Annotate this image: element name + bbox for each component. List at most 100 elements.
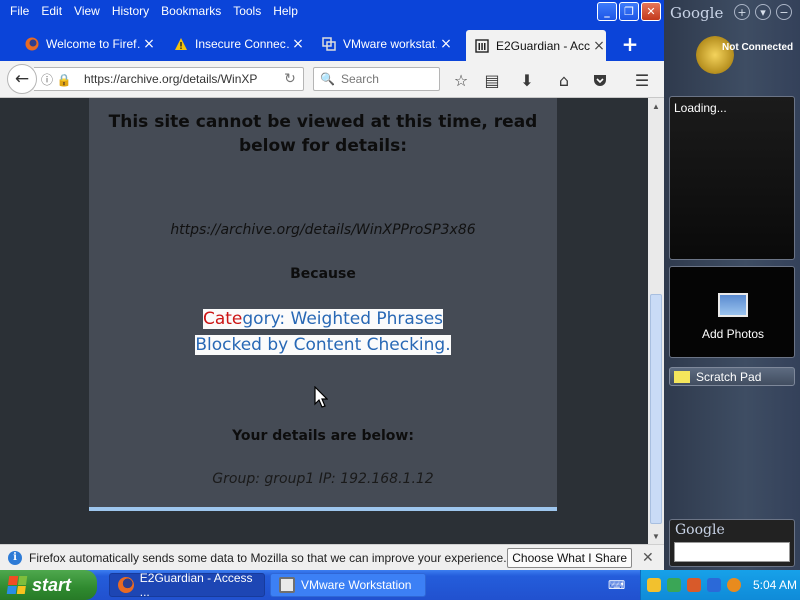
- tab-label: Insecure Connec…: [195, 37, 289, 51]
- site-info-icon[interactable]: ⓘ 🔒: [34, 71, 84, 88]
- url-text: https://archive.org/details/WinXP: [84, 72, 258, 86]
- tab-close-icon[interactable]: ×: [439, 36, 453, 52]
- photos-gadget[interactable]: Add Photos: [669, 266, 795, 358]
- reason-red-text: Cate: [202, 309, 243, 329]
- search-icon: 🔍: [320, 72, 335, 86]
- task-label: VMware Workstation: [301, 578, 412, 592]
- tab-label: VMware workstat…: [343, 37, 437, 51]
- restore-button[interactable]: ❐: [619, 2, 639, 21]
- tab-label: Welcome to Firef…: [46, 37, 140, 51]
- firefox-icon: [24, 36, 40, 52]
- nav-bar: ⓘ 🔒 https://archive.org/details/WinXP ↻ …: [0, 61, 664, 98]
- notification-close-icon[interactable]: ✕: [642, 550, 658, 566]
- tab-label: E2Guardian - Acc…: [496, 38, 590, 53]
- because-label: Because: [290, 266, 356, 282]
- start-button[interactable]: start: [0, 570, 97, 600]
- blocked-url: https://archive.org/details/WinXPProSP3x…: [170, 222, 476, 238]
- tab-e2guardian[interactable]: E2Guardian - Acc… ×: [466, 30, 606, 61]
- pocket-icon[interactable]: [589, 69, 611, 91]
- warning-icon: [173, 36, 189, 52]
- home-icon[interactable]: ⌂: [553, 69, 575, 91]
- shield-icon[interactable]: [647, 578, 661, 592]
- desktop: File Edit View History Bookmarks Tools H…: [0, 0, 800, 600]
- back-button[interactable]: ←: [7, 64, 37, 94]
- task-e2guardian[interactable]: E2Guardian - Access ...: [109, 571, 265, 599]
- details-heading: Your details are below:: [232, 428, 414, 444]
- keyboard-icon[interactable]: ⌨: [608, 578, 625, 592]
- search-placeholder: Search: [340, 72, 379, 86]
- tab-welcome[interactable]: Welcome to Firef… ×: [16, 30, 156, 58]
- security-icon[interactable]: [687, 578, 701, 592]
- note-icon: [674, 370, 690, 383]
- choose-what-i-share-button[interactable]: Choose What I Share: [507, 547, 632, 568]
- news-gadget: Loading...: [669, 96, 795, 260]
- system-tray: 5:04 AM: [640, 570, 800, 600]
- google-logo: Google: [670, 4, 724, 22]
- scratch-pad-gadget[interactable]: Scratch Pad: [669, 367, 795, 386]
- scroll-up-icon[interactable]: ▲: [648, 98, 664, 114]
- tab-close-icon[interactable]: ×: [142, 36, 156, 52]
- sidebar-menu-icon[interactable]: ▾: [755, 4, 771, 20]
- reading-list-icon[interactable]: ▤: [481, 69, 503, 91]
- photo-icon: [718, 293, 748, 317]
- google-tray-icon[interactable]: [707, 578, 721, 592]
- window-controls: _ ❐ ✕: [597, 2, 661, 21]
- menu-bookmarks[interactable]: Bookmarks: [155, 4, 227, 18]
- google-search-logo: Google: [675, 522, 725, 538]
- weather-status: Not Connected: [722, 42, 794, 53]
- menu-history[interactable]: History: [106, 4, 155, 18]
- vmware-icon: [279, 577, 295, 593]
- tab-close-icon[interactable]: ×: [592, 38, 606, 54]
- menu-help[interactable]: Help: [267, 4, 304, 18]
- tab-close-icon[interactable]: ×: [291, 36, 305, 52]
- block-page-panel: This site cannot be viewed at this time,…: [89, 98, 557, 511]
- google-search-input[interactable]: [674, 542, 790, 562]
- sidebar-close-icon[interactable]: −: [776, 4, 792, 20]
- loading-text: Loading...: [674, 101, 727, 115]
- user-details: Group: group1 IP: 192.168.1.12: [212, 471, 434, 487]
- download-icon[interactable]: ⬇: [516, 69, 538, 91]
- new-tab-button[interactable]: +: [620, 30, 640, 58]
- menu-view[interactable]: View: [68, 4, 106, 18]
- reason-line-2: Blocked by Content Checking.: [195, 335, 451, 355]
- add-photos-label: Add Photos: [701, 327, 765, 341]
- reason-line-1: Category: Weighted Phrases: [202, 309, 444, 329]
- bank-icon: [474, 38, 490, 54]
- title-bar: File Edit View History Bookmarks Tools H…: [0, 0, 664, 22]
- mouse-cursor-icon: [314, 385, 329, 411]
- url-bar[interactable]: ⓘ 🔒 https://archive.org/details/WinXP ↻: [34, 67, 304, 91]
- tab-vmware[interactable]: VMware workstat… ×: [313, 30, 453, 58]
- network-icon[interactable]: [667, 578, 681, 592]
- block-reason: Category: Weighted Phrases Blocked by Co…: [89, 306, 557, 358]
- scroll-thumb[interactable]: [650, 294, 662, 524]
- search-tray-icon[interactable]: [727, 578, 741, 592]
- search-input[interactable]: 🔍 Search: [313, 67, 440, 91]
- notification-bar: i Firefox automatically sends some data …: [0, 544, 664, 570]
- menu-file[interactable]: File: [4, 4, 35, 18]
- close-button[interactable]: ✕: [641, 2, 661, 21]
- block-heading: This site cannot be viewed at this time,…: [108, 112, 538, 156]
- reason-rest-text: gory: Weighted Phrases: [242, 309, 444, 329]
- weather-gadget: Not Connected: [674, 24, 800, 94]
- info-icon: i: [8, 550, 22, 565]
- tab-insecure[interactable]: Insecure Connec… ×: [165, 30, 305, 58]
- task-label: E2Guardian - Access ...: [139, 571, 253, 599]
- scratch-pad-label: Scratch Pad: [696, 369, 762, 384]
- task-vmware[interactable]: VMware Workstation: [270, 573, 426, 597]
- firefox-icon: [118, 577, 134, 593]
- hamburger-menu-icon[interactable]: ☰: [631, 69, 653, 91]
- add-gadget-icon[interactable]: +: [734, 4, 750, 20]
- google-search-gadget: Google: [669, 519, 795, 567]
- minimize-button[interactable]: _: [597, 2, 617, 21]
- bookmark-star-icon[interactable]: ☆: [450, 69, 472, 91]
- notification-text: Firefox automatically sends some data to…: [29, 550, 507, 565]
- menu-bar: File Edit View History Bookmarks Tools H…: [0, 0, 304, 22]
- vertical-scrollbar[interactable]: ▲ ▼: [648, 98, 664, 544]
- tab-strip: Welcome to Firef… × Insecure Connec… × V…: [0, 22, 664, 61]
- clock: 5:04 AM: [753, 578, 798, 592]
- scroll-down-icon[interactable]: ▼: [648, 528, 664, 544]
- start-label: start: [32, 574, 72, 595]
- reload-icon[interactable]: ↻: [277, 71, 303, 87]
- menu-tools[interactable]: Tools: [227, 4, 267, 18]
- menu-edit[interactable]: Edit: [35, 4, 68, 18]
